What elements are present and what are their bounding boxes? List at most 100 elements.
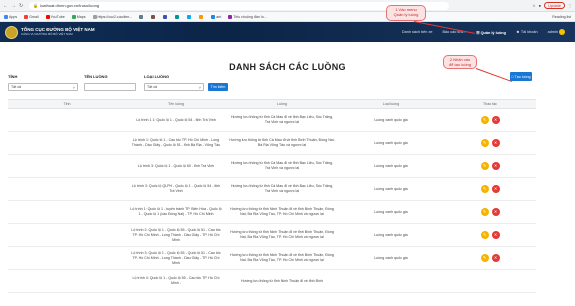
cell-route: Hướng lưu thông từ tỉnh Cà Mau đi về tỉn… bbox=[226, 177, 338, 201]
table-row: Lộ trình 1: Quốc lộ 1 - Cao tốc TP. Hồ C… bbox=[8, 131, 536, 155]
close-icon[interactable]: ✕ bbox=[491, 208, 500, 216]
route-type-value: Tất cả bbox=[147, 85, 157, 89]
filter-province-label: TỈNH bbox=[8, 74, 18, 79]
reload-icon[interactable]: ↻ bbox=[19, 3, 23, 9]
profile-icon[interactable]: ● bbox=[539, 3, 541, 8]
nav-account[interactable]: ☻ Tài khoản bbox=[516, 30, 538, 34]
bookmark-item[interactable]: Apps bbox=[4, 14, 17, 19]
nav-account-label: Tài khoản bbox=[520, 30, 538, 34]
bookmark-item[interactable] bbox=[163, 14, 168, 19]
bookmark-item[interactable]: https://cuc2.cucdien... bbox=[92, 14, 132, 19]
plus-icon: □ bbox=[511, 74, 514, 79]
bookmark-label: Gmail bbox=[29, 14, 39, 19]
route-type-select[interactable]: Tất cả ˅ bbox=[144, 83, 204, 91]
bookmark-item[interactable]: ant bbox=[211, 14, 222, 19]
col-route-type: Loại luồng bbox=[338, 99, 444, 109]
pencil-icon[interactable]: ✎ bbox=[480, 162, 489, 170]
cell-actions: ✎ ✕ bbox=[444, 246, 536, 270]
close-icon[interactable]: ✕ bbox=[491, 185, 500, 193]
route-name-input[interactable] bbox=[84, 83, 136, 91]
nav-bus-stations[interactable]: Danh sách bến xe bbox=[402, 30, 433, 34]
cell-route: Hướng lưu thông từ tỉnh Cà Mau đi về tỉn… bbox=[226, 131, 338, 155]
update-button[interactable]: Update bbox=[544, 2, 565, 9]
province-value: Tất cả bbox=[11, 85, 21, 89]
table-row: Lộ trình 3: Quốc lộ 1 - Quốc lộ 60 - tỉn… bbox=[8, 154, 536, 178]
pencil-icon[interactable]: ✎ bbox=[480, 116, 489, 124]
add-route-label: Tạo luồng bbox=[514, 74, 531, 79]
pencil-icon[interactable]: ✎ bbox=[480, 254, 489, 262]
cell-actions bbox=[444, 269, 536, 293]
reading-list[interactable]: Reading list bbox=[552, 15, 571, 19]
bookmarks-bar: Apps Gmail YouTube Maps https://cuc2.cucdien… bbox=[0, 12, 575, 22]
cell-type: Luồng xanh quốc gia bbox=[338, 177, 444, 201]
pencil-icon[interactable]: ✎ bbox=[480, 208, 489, 216]
back-icon[interactable]: ← bbox=[3, 3, 8, 9]
nav-route-management[interactable]: ☰ Quản lý luồng bbox=[476, 30, 506, 35]
bookmark-item[interactable]: Tiếu chuộng đàn lo... bbox=[228, 14, 267, 19]
close-icon[interactable]: ✕ bbox=[491, 162, 500, 170]
browser-toolbar: ← → ↻ 🔒 luathuat.dhmn.gov.vn/truso/luong… bbox=[0, 0, 575, 12]
cell-type: Luồng xanh quốc gia bbox=[338, 200, 444, 224]
pencil-icon[interactable]: ✎ bbox=[480, 139, 489, 147]
cell-type: Luồng xanh quốc gia bbox=[338, 108, 444, 132]
lock-icon: 🔒 bbox=[33, 3, 39, 8]
bookmark-icon bbox=[175, 14, 180, 19]
cell-name: Lộ trình 1 1: Quốc lộ 1 - Quốc lộ 54 - t… bbox=[126, 108, 226, 132]
cell-province bbox=[8, 223, 126, 247]
bookmark-icon bbox=[151, 14, 156, 19]
cell-actions: ✎ ✕ bbox=[444, 131, 536, 155]
close-icon[interactable]: ✕ bbox=[491, 116, 500, 124]
pencil-icon[interactable]: ✎ bbox=[480, 231, 489, 239]
forward-icon[interactable]: → bbox=[11, 3, 16, 9]
bookmark-item[interactable] bbox=[139, 14, 144, 19]
cell-type: Luồng xanh quốc gia bbox=[338, 154, 444, 178]
add-route-button[interactable]: □ Tạo luồng bbox=[510, 72, 532, 81]
bookmark-item[interactable]: Maps bbox=[71, 14, 86, 19]
cell-province bbox=[8, 154, 126, 178]
menu-icon[interactable]: ⋮ bbox=[568, 3, 572, 8]
search-button[interactable]: Tìm kiếm bbox=[208, 83, 228, 91]
cell-province bbox=[8, 269, 126, 293]
cell-province bbox=[8, 108, 126, 132]
cell-route: Hướng lưu thông từ tỉnh Ninh Thuận đi về… bbox=[226, 223, 338, 247]
province-select[interactable]: Tất cả ˅ bbox=[8, 83, 78, 91]
cell-route: Hướng lưu thông từ tỉnh Cà Mau đi về tỉn… bbox=[226, 108, 338, 132]
bookmark-item[interactable]: YouTube bbox=[45, 14, 65, 19]
close-icon[interactable]: ✕ bbox=[491, 139, 500, 147]
cell-name: Lộ trình 2: Quốc lộ 1 - Quốc lộ 55 - Quố… bbox=[126, 223, 226, 247]
bookmark-item[interactable] bbox=[175, 14, 180, 19]
cell-name: Lộ trình 4: Quốc lộ 1 - Quốc lộ 55 - Cao… bbox=[126, 269, 226, 293]
page-title: DANH SÁCH CÁC LUỒNG bbox=[229, 62, 346, 72]
bookmark-item[interactable] bbox=[151, 14, 156, 19]
cell-actions: ✎ ✕ bbox=[444, 154, 536, 178]
cell-name: Lộ trình 1: Quốc lộ 1 - Cao tốc TP. Hồ C… bbox=[126, 131, 226, 155]
cell-actions: ✎ ✕ bbox=[444, 177, 536, 201]
cell-name: Lộ trình 3: Quốc lộ 1 - Quốc lộ 60 - tỉn… bbox=[126, 154, 226, 178]
logo bbox=[5, 25, 18, 39]
bookmark-icon bbox=[187, 14, 192, 19]
bookmark-item[interactable] bbox=[199, 14, 204, 19]
pencil-icon[interactable]: ✎ bbox=[480, 185, 489, 193]
bookmark-item[interactable] bbox=[187, 14, 192, 19]
cell-actions: ✎ ✕ bbox=[444, 223, 536, 247]
chevron-down-icon: ˅ bbox=[198, 85, 201, 90]
callout-step1: 1.Vào menu Quản lý luồng bbox=[386, 5, 426, 21]
col-actions: Thao tác bbox=[444, 99, 536, 109]
bookmark-label: ant bbox=[216, 14, 222, 19]
bookmark-label: YouTube bbox=[50, 14, 65, 19]
filter-route-name-label: TÊN LUỒNG bbox=[84, 74, 108, 79]
top-nav: Danh sách bến xe Báo cáo lưu... ☰ Quản l… bbox=[402, 29, 565, 35]
nav-user[interactable]: admin bbox=[548, 29, 565, 35]
cell-route: Hướng lưu thông từ tỉnh Ninh Thuận đi về… bbox=[226, 246, 338, 270]
brand-subtitle: CẢNG VỤ ĐƯỜNG BỘ BỘ VIỆT NAM bbox=[21, 32, 73, 36]
route-icon: ☰ bbox=[476, 30, 480, 35]
close-icon[interactable]: ✕ bbox=[491, 254, 500, 262]
cell-name: Lộ trình 3: Quốc lộ QLPH - Quốc lộ 1 - Q… bbox=[126, 177, 226, 201]
bookmark-icon bbox=[4, 14, 8, 19]
bookmark-item[interactable]: Gmail bbox=[24, 14, 39, 19]
close-icon[interactable]: ✕ bbox=[491, 231, 500, 239]
cell-actions: ✎ ✕ bbox=[444, 108, 536, 132]
cell-type bbox=[338, 269, 444, 293]
routes-table: Tỉnh Tên luồng Luồng Loại luồng Thao tác… bbox=[8, 99, 536, 293]
star-icon[interactable]: ☆ bbox=[532, 3, 536, 8]
